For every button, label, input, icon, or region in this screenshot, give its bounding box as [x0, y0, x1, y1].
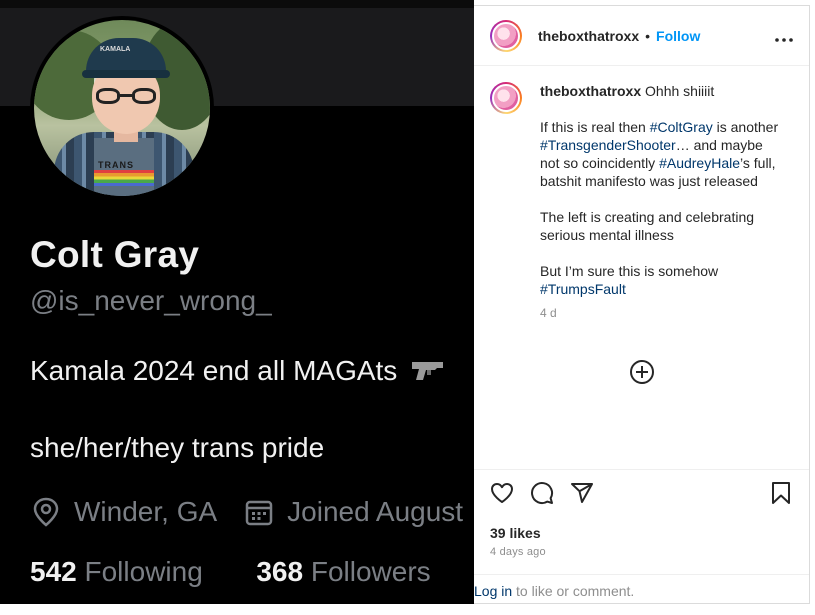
hashtag-transgendershooter[interactable]: #TransgenderShooter [540, 137, 676, 153]
add-circle-icon[interactable] [629, 359, 655, 385]
profile-joined: Joined August [287, 496, 464, 527]
post-image: TRANS KAMALA Colt Gray @is_never_wrong_ … [0, 0, 474, 604]
calendar-icon [243, 496, 275, 528]
action-bar [474, 469, 809, 515]
hashtag-coltgray[interactable]: #ColtGray [650, 119, 713, 135]
login-suffix: to like or comment. [512, 583, 635, 599]
profile-bio-text: Kamala 2024 end all MAGAts [30, 355, 398, 386]
profile-name: Colt Gray [30, 234, 200, 275]
followers-count: 368 [256, 556, 304, 587]
caption-timestamp: 4 d [540, 306, 557, 320]
profile-handle: @is_never_wrong_ [30, 285, 272, 316]
caption-paragraph-3: But I’m sure this is somehow #TrumpsFaul… [540, 263, 719, 297]
caption-paragraph-1: If this is real then #ColtGray is anothe… [540, 119, 779, 189]
caption-avatar[interactable] [490, 82, 522, 114]
more-options-icon[interactable] [775, 27, 793, 45]
login-prompt: Log in to like or comment. [474, 574, 809, 605]
header-username[interactable]: theboxthatroxx [538, 28, 639, 44]
post-caption: theboxthatroxx Ohhh shiiiit If this is r… [474, 66, 809, 469]
bookmark-icon[interactable] [769, 481, 793, 505]
avatar[interactable] [490, 19, 522, 52]
comment-icon[interactable] [530, 481, 554, 505]
location-pin-icon [30, 496, 62, 528]
profile-stats: 542 Following 368 Followers [30, 556, 431, 588]
image-top-strip [0, 0, 474, 8]
followers-label: Followers [310, 556, 431, 587]
post-header: theboxthatroxx • Follow [474, 6, 809, 66]
heart-icon[interactable] [490, 481, 514, 505]
likes-count[interactable]: 39 likes [490, 525, 541, 541]
profile-bio: Kamala 2024 end all MAGAts [30, 355, 445, 389]
profile-photo: TRANS KAMALA [30, 16, 214, 200]
profile-pronouns: she/her/they trans pride [30, 432, 325, 463]
caption-body: theboxthatroxx Ohhh shiiiit If this is r… [540, 82, 780, 322]
hashtag-audreyhale[interactable]: #AudreyHale [659, 155, 740, 171]
share-icon[interactable] [570, 481, 594, 505]
pistol-icon [411, 357, 445, 389]
caption-paragraph-2: The left is creating and celebrating ser… [540, 209, 755, 243]
post-date: 4 days ago [490, 546, 546, 558]
profile-meta: Winder, GA Joined August [30, 496, 463, 528]
separator-dot: • [645, 27, 651, 44]
caption-first-line: Ohhh shiiiit [645, 83, 715, 99]
hat-text: KAMALA [100, 46, 131, 53]
following-count: 542 [30, 556, 77, 587]
follow-button[interactable]: Follow [656, 28, 700, 44]
login-link[interactable]: Log in [474, 583, 512, 599]
shirt-text: TRANS [98, 160, 134, 170]
caption-username[interactable]: theboxthatroxx [540, 83, 641, 99]
post-sidebar: theboxthatroxx • Follow theboxthatroxx O… [474, 5, 810, 604]
profile-location: Winder, GA [74, 496, 218, 527]
following-label: Following [84, 556, 203, 587]
hashtag-trumpsfault[interactable]: #TrumpsFault [540, 281, 626, 297]
